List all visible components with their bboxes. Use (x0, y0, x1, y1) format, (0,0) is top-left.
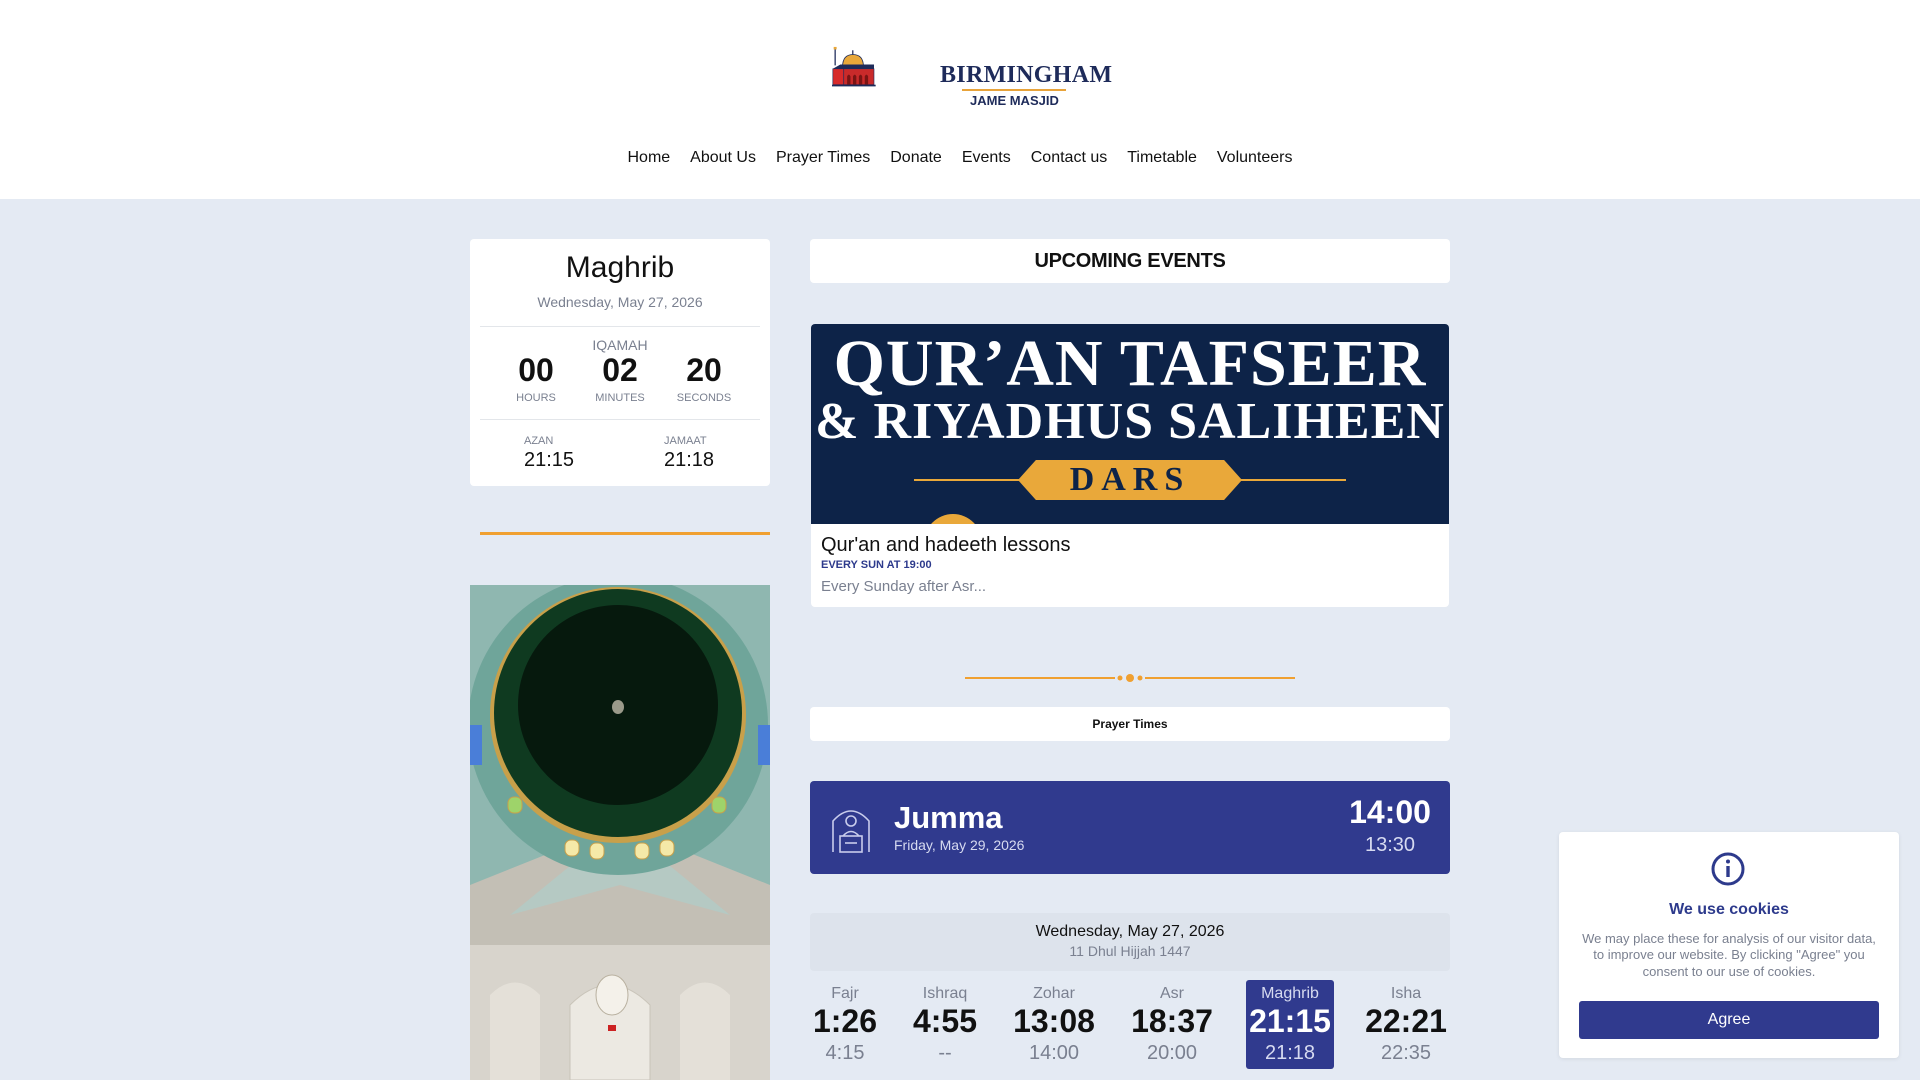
prayer-asr: Asr 18:37 20:00 (1128, 980, 1216, 1069)
orange-divider (480, 532, 770, 535)
prayer-name: Asr (1160, 985, 1184, 1002)
event-description: Every Sunday after Asr... (821, 578, 987, 595)
jumma-title: Jumma (894, 800, 1003, 835)
cookie-text: We may place these for analysis of our v… (1582, 931, 1876, 979)
prayer-jamaat: 22:35 (1380, 1042, 1432, 1065)
prayer-name: Ishraq (922, 985, 968, 1002)
minutes-label: MINUTES (595, 392, 645, 405)
jamaat-label: JAMAAT (664, 435, 707, 447)
azan-block: AZAN 21:15 (524, 435, 644, 472)
event-banner: QUR’AN TAFSEER & RIYADHUS SALIHEEN DARS (811, 324, 1449, 524)
prayer-zohar: Zohar 13:08 14:00 (1010, 980, 1098, 1069)
jumma-time-1: 14:00 (1349, 794, 1431, 830)
daily-date: Wednesday, May 27, 2026 (1035, 923, 1225, 940)
nav-volunteers[interactable]: Volunteers (1207, 149, 1303, 167)
prayer-jamaat: 20:00 (1146, 1042, 1198, 1065)
nav-prayer-times[interactable]: Prayer Times (766, 149, 880, 167)
jamaat-block: JAMAAT 21:18 (664, 435, 784, 472)
countdown-hours: 00 HOURS (496, 352, 576, 405)
prayer-name: Isha (1390, 985, 1422, 1002)
prayer-time: 4:55 (912, 1003, 978, 1039)
mosque-logo-icon[interactable] (832, 20, 942, 115)
hours-value: 00 (518, 352, 554, 388)
prayer-time: 13:08 (1013, 1003, 1095, 1039)
nav-home[interactable]: Home (617, 149, 680, 167)
azan-time: 21:15 (524, 449, 575, 471)
imam-pulpit-icon (832, 810, 870, 853)
nav-events[interactable]: Events (952, 149, 1021, 167)
banner-pill: DARS (1018, 460, 1242, 500)
daily-date-header: Wednesday, May 27, 2026 11 Dhul Hijjah 1… (810, 913, 1450, 971)
hijri-date: 11 Dhul Hijjah 1447 (1069, 943, 1191, 959)
upcoming-events-header: UPCOMING EVENTS (810, 239, 1450, 283)
event-title[interactable]: Qur'an and hadeeth lessons (821, 534, 1071, 557)
banner-line-2: & RIYADHUS SALIHEEN (815, 393, 1445, 450)
prayer-maghrib: Maghrib 21:15 21:18 (1246, 980, 1334, 1069)
nav-timetable[interactable]: Timetable (1117, 149, 1207, 167)
minutes-value: 02 (602, 352, 638, 388)
jumma-card: Jumma Friday, May 29, 2026 14:00 13:30 (810, 781, 1450, 874)
countdown-minutes: 02 MINUTES (580, 352, 660, 405)
nav-contact-us[interactable]: Contact us (1021, 149, 1117, 167)
countdown-label: IQAMAH (592, 337, 648, 353)
prayer-jamaat: 21:18 (1264, 1042, 1316, 1065)
brand-name: BIRMINGHAM (940, 62, 1113, 88)
brand-subname: JAME MASJID (970, 93, 1059, 108)
prayer-time: 18:37 (1131, 1003, 1213, 1039)
cookie-title: We use cookies (1669, 901, 1789, 918)
prayer-time: 22:21 (1365, 1003, 1447, 1039)
ornament-divider (965, 674, 1295, 682)
iqamah-countdown-card: Maghrib Wednesday, May 27, 2026 IQAMAH 0… (470, 239, 770, 486)
seconds-label: SECONDS (676, 392, 732, 405)
countdown-prayer-name: Maghrib (565, 251, 675, 284)
banner-rule-left (914, 479, 1024, 481)
prayer-jamaat: -- (938, 1042, 952, 1065)
countdown-seconds: 20 SECONDS (664, 352, 744, 405)
azan-label: AZAN (524, 435, 554, 447)
cookie-banner: We use cookies We may place these for an… (1559, 832, 1899, 1058)
brand-rule (962, 89, 1066, 91)
banner-line-1: QUR’AN TAFSEER (833, 327, 1427, 400)
prayer-fajr: Fajr 1:26 4:15 (801, 980, 889, 1069)
hours-label: HOURS (516, 392, 556, 405)
jumma-time-2: 13:30 (1364, 834, 1416, 856)
prayer-time: 1:26 (812, 1003, 878, 1039)
prayer-name: Maghrib (1261, 985, 1319, 1002)
main-nav: Home About Us Prayer Times Donate Events… (0, 149, 1920, 167)
mosque-dome-photo (470, 585, 770, 1080)
prayer-ishraq: Ishraq 4:55 -- (901, 980, 989, 1069)
prayer-time: 21:15 (1249, 1003, 1331, 1039)
agree-button[interactable]: Agree (1579, 1001, 1879, 1039)
prayer-name: Zohar (1033, 985, 1075, 1002)
banner-decoration (924, 514, 982, 524)
info-icon (1711, 852, 1745, 886)
jumma-date: Friday, May 29, 2026 (894, 837, 1025, 853)
nav-donate[interactable]: Donate (880, 149, 952, 167)
prayer-jamaat: 14:00 (1028, 1042, 1080, 1065)
nav-about-us[interactable]: About Us (680, 149, 766, 167)
prayer-times-header: Prayer Times (810, 707, 1450, 741)
prayer-jamaat: 4:15 (825, 1042, 865, 1065)
prayer-isha: Isha 22:21 22:35 (1362, 980, 1450, 1069)
divider (480, 419, 760, 420)
event-card[interactable]: QUR’AN TAFSEER & RIYADHUS SALIHEEN DARS … (811, 324, 1449, 607)
seconds-value: 20 (686, 352, 722, 388)
countdown-date: Wednesday, May 27, 2026 (537, 294, 703, 310)
banner-rule-right (1236, 479, 1346, 481)
site-header: BIRMINGHAM JAME MASJID Home About Us Pra… (0, 0, 1920, 199)
jamaat-time: 21:18 (664, 449, 715, 471)
event-schedule: EVERY SUN AT 19:00 (821, 559, 932, 571)
prayer-name: Fajr (831, 985, 859, 1002)
divider (480, 326, 760, 327)
